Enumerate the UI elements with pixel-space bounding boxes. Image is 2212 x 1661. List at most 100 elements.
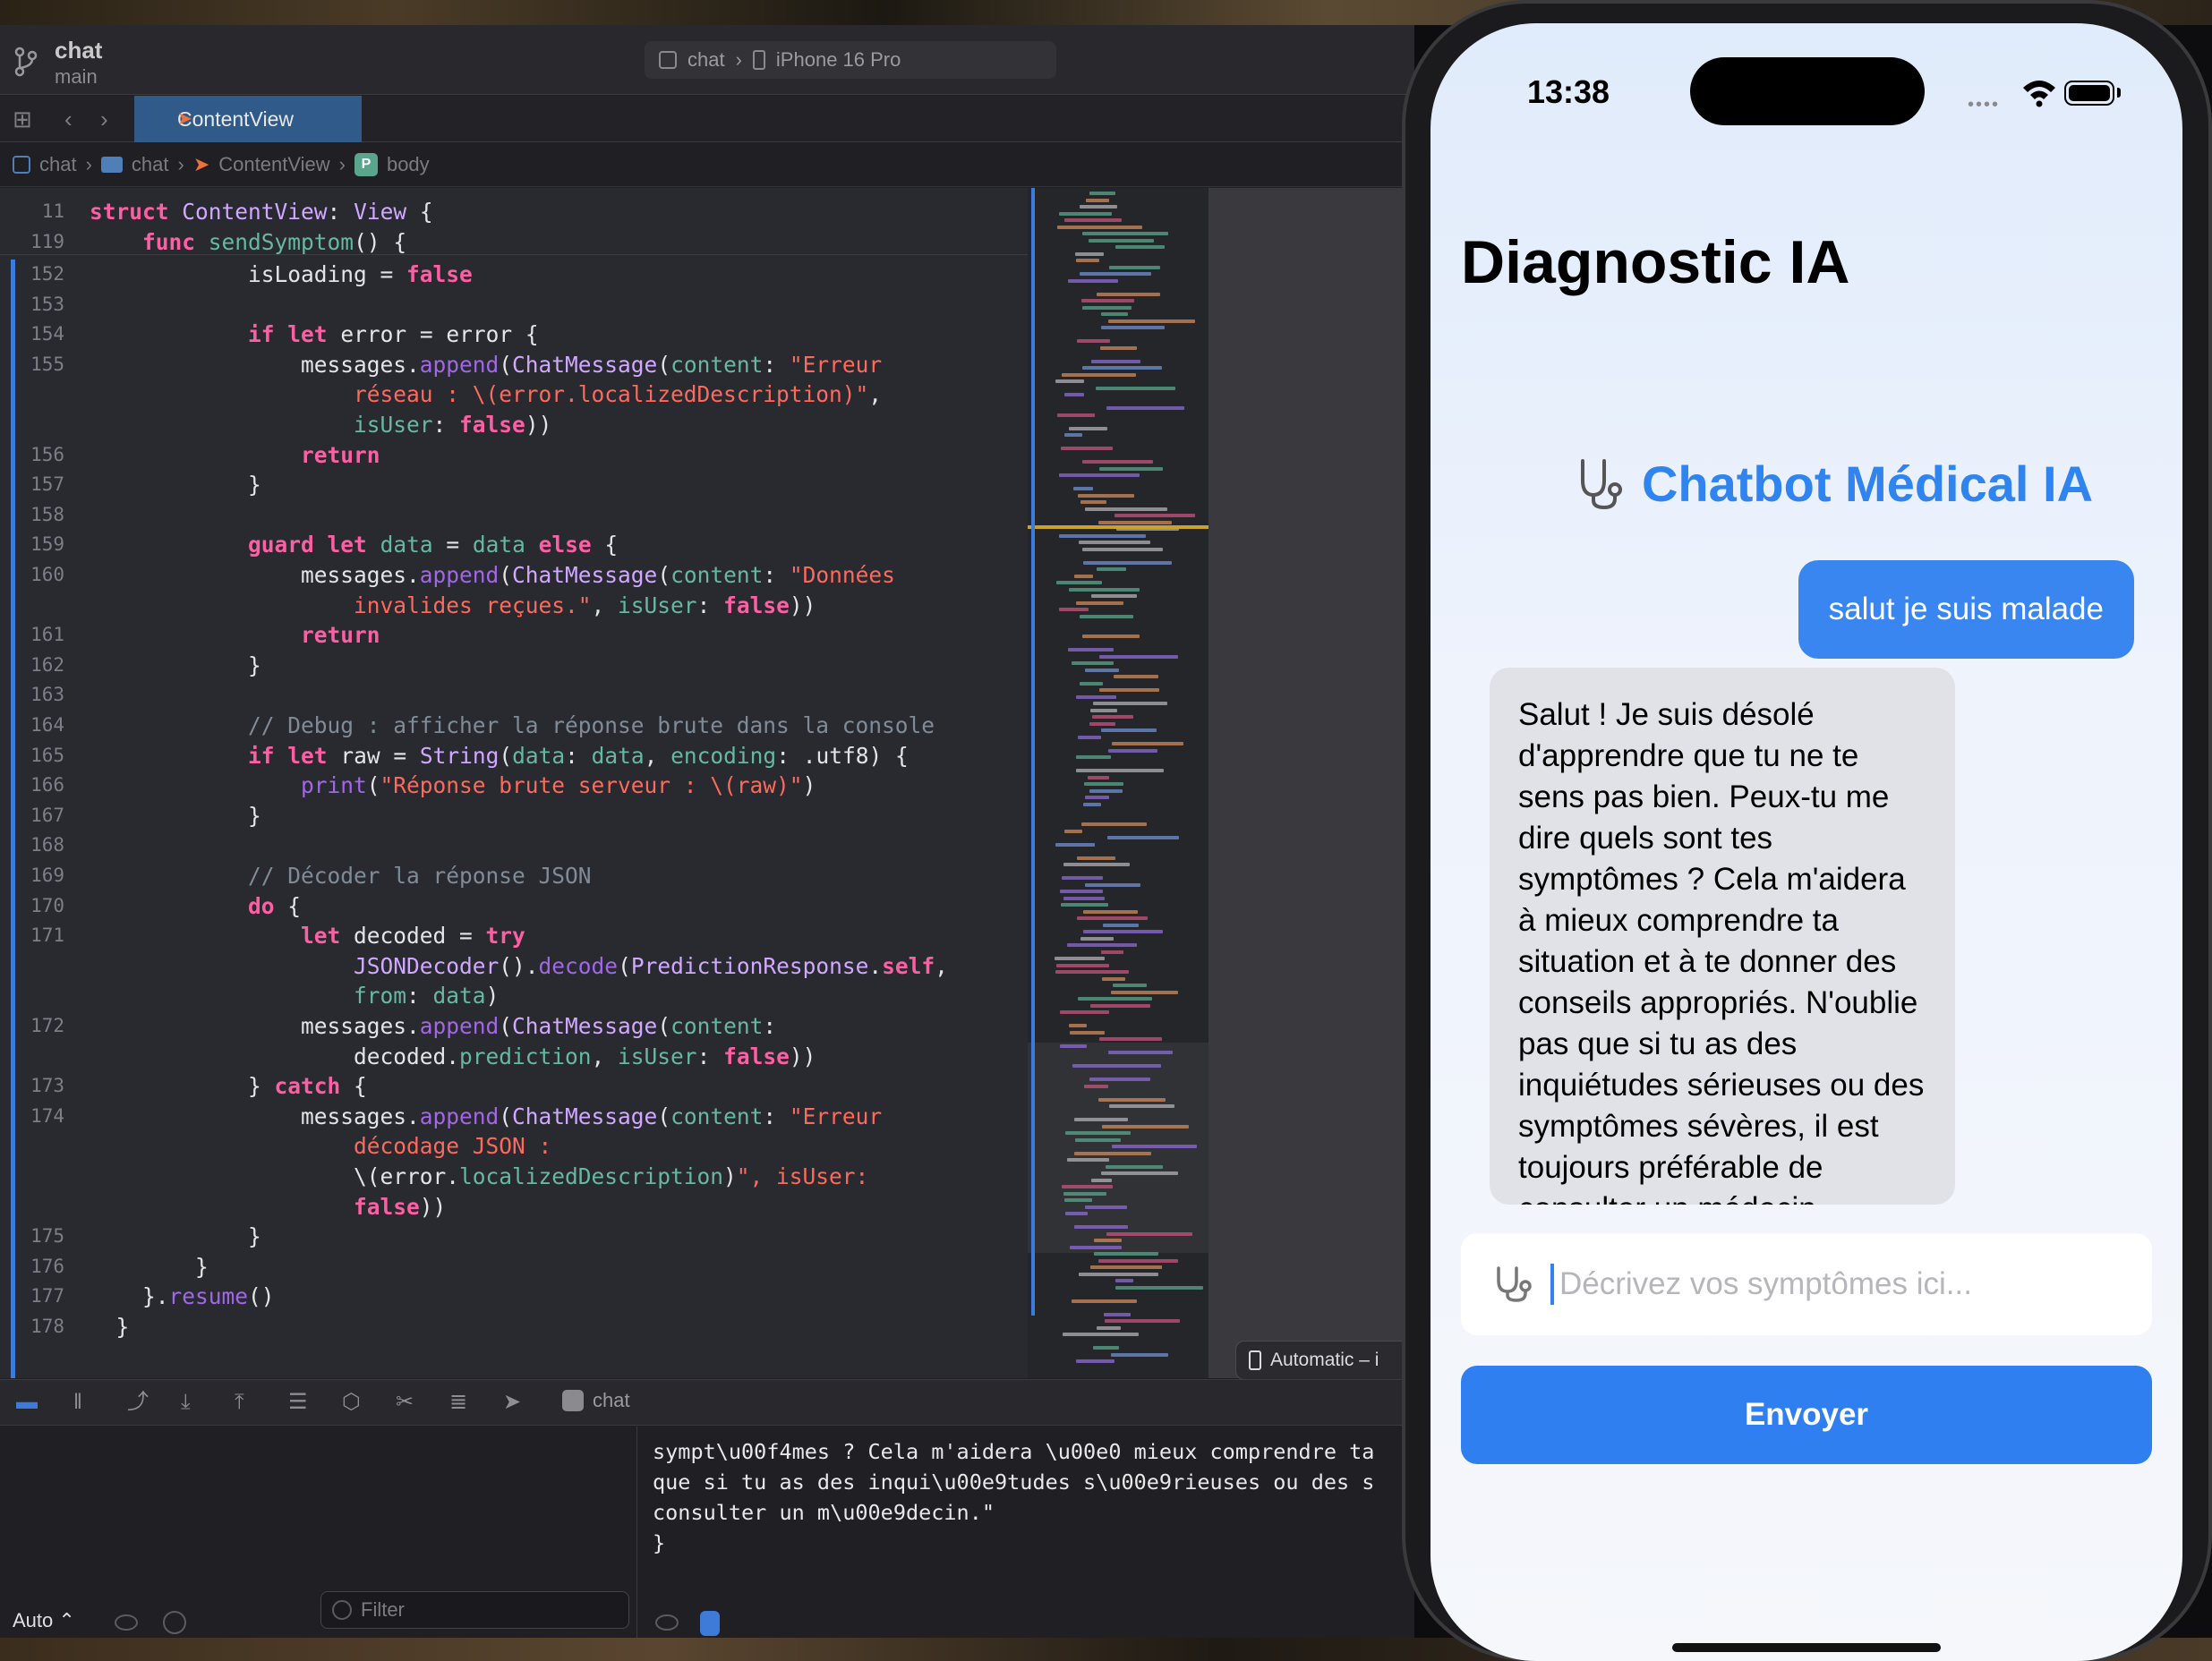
minimap-line	[1065, 1131, 1131, 1135]
minimap-line	[1063, 896, 1105, 900]
eye-icon[interactable]	[655, 1614, 679, 1631]
minimap[interactable]	[1028, 188, 1208, 1378]
line-number: 157	[30, 473, 64, 496]
code-line: }	[90, 802, 261, 829]
chevron-right-icon: ›	[177, 152, 184, 175]
minimap-line	[1112, 1145, 1197, 1148]
minimap-line	[1065, 1212, 1088, 1215]
breadcrumb-item[interactable]: body	[387, 153, 430, 176]
grid-icon[interactable]: ⊞	[13, 107, 32, 131]
battery-cap	[2117, 88, 2121, 98]
minimap-line	[1080, 500, 1106, 504]
console-split-icon[interactable]	[700, 1611, 720, 1636]
send-button[interactable]: Envoyer	[1461, 1366, 2152, 1464]
info-icon[interactable]	[163, 1611, 186, 1634]
console-line: }	[653, 1530, 666, 1555]
back-arrow-icon[interactable]: ‹	[64, 107, 73, 131]
chat-title: Chatbot Médical IA	[1641, 456, 2094, 512]
signal-icon: ••••	[1968, 95, 2001, 115]
home-indicator[interactable]	[1672, 1643, 1941, 1652]
minimap-line	[1059, 473, 1140, 477]
line-number: 160	[30, 564, 64, 585]
view-hierarchy-icon[interactable]: ☰	[288, 1391, 308, 1414]
line-number: 163	[30, 684, 64, 706]
code-line: }	[90, 1253, 209, 1280]
console-output[interactable]: sympt\u00f4mes ? Cela m'aidera \u00e0 mi…	[638, 1427, 1414, 1638]
location-icon[interactable]: ➤	[503, 1391, 521, 1414]
navigation-title: Diagnostic IA	[1461, 228, 1850, 296]
step-over-icon[interactable]: ⤴	[127, 1391, 149, 1414]
chat-scroll-area[interactable]: salut je suis malade Salut ! Je suis dés…	[1431, 542, 2182, 1205]
jump-bar-breadcrumb: chat › chat › ➤ ContentView › P body	[0, 142, 1414, 187]
minimap-line	[1076, 769, 1164, 772]
minimap-line	[1072, 661, 1114, 665]
minimap-line	[1102, 1124, 1189, 1129]
code-line: from: data)	[354, 983, 500, 1009]
minimap-line	[1111, 1352, 1168, 1357]
pause-icon[interactable]: ‖	[73, 1391, 82, 1414]
line-number: 156	[30, 443, 64, 465]
minimap-line	[1081, 822, 1147, 826]
symptom-input[interactable]: Décrivez vos symptômes ici...	[1461, 1233, 2152, 1335]
source-control-branch-icon[interactable]	[14, 47, 38, 77]
line-number: 172	[30, 1015, 64, 1036]
line-number: 167	[30, 804, 64, 826]
line-number: 166	[30, 774, 64, 796]
minimap-line	[1097, 292, 1160, 296]
minimap-line	[1108, 319, 1195, 323]
line-number: 175	[30, 1225, 64, 1248]
breadcrumb-item[interactable]: ContentView	[218, 153, 329, 176]
minimap-line	[1109, 265, 1160, 269]
text-caret	[1550, 1264, 1554, 1305]
chevron-right-icon: ›	[338, 152, 346, 175]
minimap-line	[1064, 433, 1082, 437]
minimap-line	[1091, 359, 1140, 363]
console-line: sympt\u00f4mes ? Cela m'aidera \u00e0 mi…	[653, 1439, 1375, 1464]
step-out-icon[interactable]: ⤒	[235, 1391, 244, 1414]
window-titlebar: chat main chat › iPhone 16 Pro	[0, 25, 1414, 95]
project-name[interactable]: chat	[55, 37, 102, 64]
variables-scope-selector[interactable]: Auto ⌃	[13, 1609, 75, 1632]
line-number: 158	[30, 503, 64, 525]
breadcrumb-item[interactable]: chat	[132, 153, 169, 176]
debug-target[interactable]: chat	[562, 1389, 630, 1412]
code-editor[interactable]: 11 struct ContentView: View { 119 func s…	[0, 188, 1028, 1378]
tab-contentview[interactable]: ContentView	[134, 96, 362, 142]
minimap-line	[1075, 251, 1104, 256]
minimap-line	[1114, 675, 1158, 678]
minimap-line	[1080, 614, 1133, 618]
minimap-line	[1106, 1164, 1163, 1169]
breadcrumb-item[interactable]: chat	[39, 153, 77, 176]
minimap-line	[1091, 1178, 1112, 1182]
minimap-line	[1099, 466, 1163, 471]
console-line: consulter un m\u00e9decin."	[653, 1500, 995, 1525]
stethoscope-icon	[1580, 458, 1622, 509]
scheme-selector[interactable]: chat › iPhone 16 Pro	[645, 41, 1056, 79]
minimap-line	[1063, 1191, 1106, 1196]
code-line: struct ContentView: View {	[90, 199, 433, 225]
minimap-line	[1069, 426, 1107, 430]
minimap-line	[1100, 345, 1137, 350]
app-icon	[562, 1390, 584, 1411]
environment-icon[interactable]: ✂	[396, 1391, 414, 1414]
code-line: if let raw = String(data: data, encoding…	[248, 742, 909, 769]
filter-field[interactable]: Filter	[320, 1591, 629, 1629]
forward-arrow-icon[interactable]: ›	[100, 107, 108, 131]
toggle-icon[interactable]: ≣	[449, 1391, 467, 1414]
xcode-window: chat main chat › iPhone 16 Pro ⊞ ‹ › Con…	[0, 25, 1414, 1638]
step-into-icon[interactable]: ⤓	[181, 1391, 191, 1414]
minimap-line	[1077, 339, 1110, 343]
console-toggle-icon[interactable]: ▬	[16, 1391, 38, 1414]
minimap-line	[1106, 1231, 1192, 1236]
filter-icon	[332, 1600, 352, 1620]
minimap-line	[1107, 836, 1179, 839]
minimap-line	[1101, 728, 1157, 732]
code-line: invalides reçues.", isUser: false))	[354, 592, 816, 618]
preview-device-selector[interactable]: Automatic – i	[1235, 1341, 1414, 1380]
minimap-line	[1070, 1030, 1105, 1035]
code-line: messages.append(ChatMessage(content: "Do…	[90, 562, 895, 588]
code-line: print("Réponse brute serveur : \(raw)")	[301, 772, 816, 799]
line-number: 169	[30, 865, 64, 886]
eye-icon[interactable]	[115, 1614, 138, 1631]
memory-graph-icon[interactable]: ⬡	[342, 1391, 361, 1414]
